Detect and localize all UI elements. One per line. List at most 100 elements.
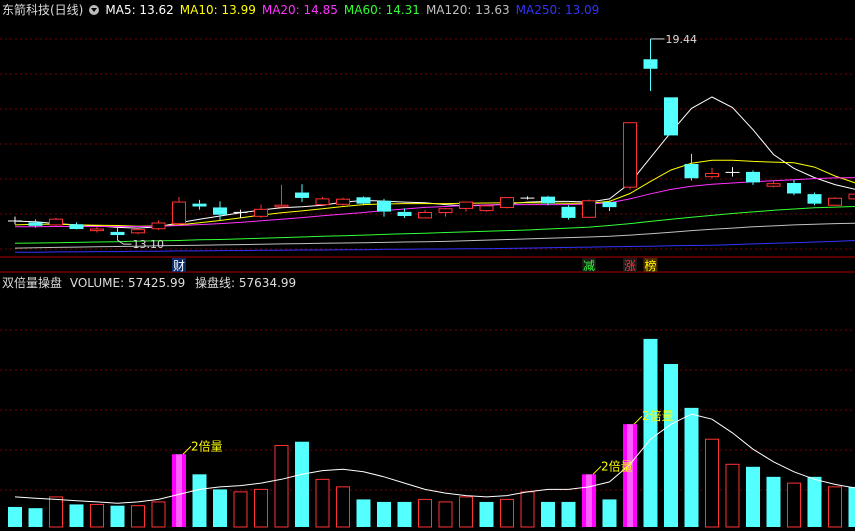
candle-body (643, 59, 658, 69)
volume-bar (69, 504, 84, 527)
candle-body (684, 163, 699, 179)
price-annotation-label: 19.44 (666, 33, 698, 46)
candle-body (520, 197, 535, 199)
candle-body (459, 201, 473, 209)
volume-bar (274, 444, 289, 528)
candle-body (295, 192, 309, 198)
volume-bar (459, 496, 473, 528)
candle-body (49, 218, 63, 226)
volume-bar (828, 486, 842, 528)
volume-bar (684, 407, 699, 527)
candle-body (848, 193, 855, 200)
volume-annotation-label: 2倍量 (601, 458, 633, 473)
volume-bar-highlight (176, 454, 182, 527)
volume-bar (438, 501, 453, 528)
candle-body (131, 229, 145, 234)
candle-body (746, 171, 760, 183)
candle-body (254, 208, 268, 217)
volume-bar (336, 486, 350, 528)
volume-annotation-label: 2倍量 (642, 408, 674, 423)
volume-bar (807, 476, 822, 527)
candle-body (213, 207, 227, 215)
volume-bar (254, 488, 268, 528)
candle-body (315, 198, 330, 206)
candle-body (787, 183, 801, 194)
volume-bar (541, 501, 555, 527)
candle-body (110, 231, 125, 236)
volume-bar (397, 501, 412, 527)
event-marker-label: 减 (583, 259, 595, 273)
candle-body (479, 205, 494, 212)
candle-body (336, 198, 350, 205)
candle-body (705, 172, 719, 178)
volume-bar (664, 363, 678, 527)
volume-bar (705, 438, 719, 528)
candle-body (274, 204, 289, 208)
volume-bar (151, 501, 166, 528)
event-marker-label: 榜 (645, 258, 657, 273)
volume-bar (787, 482, 801, 528)
volume-bar (602, 499, 617, 527)
stock-chart[interactable]: 13.10 19.44 财 减 涨榜 2倍量 2倍量 2倍量 (0, 0, 855, 531)
volume-bar-highlight (627, 424, 633, 527)
volume-annotation-pointer (182, 445, 192, 455)
ma-line-ma20 (15, 177, 855, 228)
volume-bar (49, 496, 63, 528)
candle-body (582, 200, 596, 218)
candle-body (418, 212, 432, 219)
volume-bar (418, 498, 432, 528)
volume-bar (131, 505, 145, 528)
volume-bar (356, 499, 371, 527)
volume-bar (110, 505, 125, 527)
volume-annotation-label: 2倍量 (191, 438, 223, 453)
candle-body (8, 220, 22, 222)
volume-bar (8, 506, 22, 527)
candle-body (172, 201, 186, 225)
volume-bar-highlight (586, 474, 592, 527)
candle-body (356, 197, 371, 204)
candle-body (69, 224, 84, 230)
volume-bar (377, 501, 391, 527)
volume-bar (479, 501, 494, 527)
candle-body (438, 208, 453, 214)
ma-line-ma10 (14, 159, 855, 227)
volume-bar (500, 498, 514, 528)
candle-body (807, 194, 822, 204)
volume-bar (725, 463, 740, 528)
volume-bar (213, 489, 227, 527)
candle-body (623, 122, 637, 188)
candle-body (90, 228, 104, 232)
candle-body (766, 183, 781, 187)
volume-annotation-pointer (633, 415, 643, 425)
volume-bar (766, 476, 781, 527)
candle-body (725, 171, 740, 173)
candle-body (28, 222, 43, 226)
volume-bar (192, 474, 207, 527)
volume-bar (90, 503, 104, 528)
candle-body (500, 197, 514, 208)
volume-bar (643, 338, 658, 527)
candle-body (377, 200, 391, 212)
volume-bar (233, 491, 248, 528)
candle-body (541, 196, 555, 204)
candle-body (233, 211, 248, 213)
event-marker-label: 财 (173, 259, 185, 273)
volume-bar (315, 478, 330, 528)
volume-bar (520, 491, 535, 528)
candle-body (602, 202, 617, 208)
volume-bar (295, 441, 309, 527)
volume-bar (746, 466, 760, 527)
volume-bar (848, 486, 855, 527)
candle-body (664, 97, 678, 136)
volume-bar (28, 508, 43, 527)
candle-body (828, 197, 842, 206)
volume-bar (561, 501, 576, 527)
candle-body (151, 222, 166, 230)
candle-body (397, 211, 412, 217)
event-marker-label: 涨 (624, 258, 636, 273)
candle-body (561, 206, 576, 218)
price-annotation-pointer (117, 239, 132, 245)
price-annotation-label: 13.10 (133, 238, 165, 251)
ma-line-ma5 (14, 96, 855, 229)
volume-annotation-pointer (592, 465, 602, 475)
